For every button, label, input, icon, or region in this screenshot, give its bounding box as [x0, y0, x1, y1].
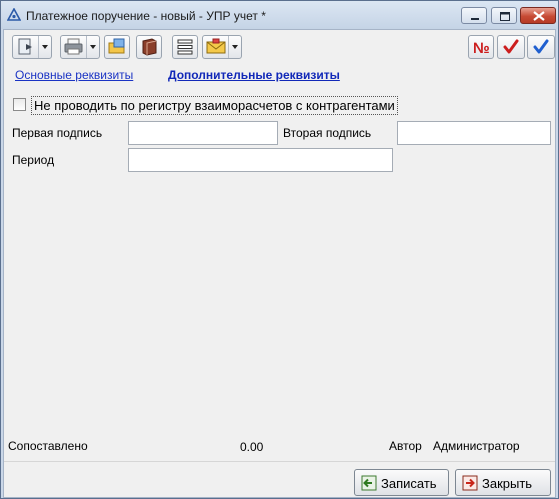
form-content: № Основные реквизиты Дополнительные рекв…: [3, 29, 556, 498]
maximize-icon: [500, 12, 510, 21]
svg-text:№: №: [473, 40, 490, 57]
save-button[interactable]: Записать: [354, 469, 449, 496]
first-signature-label: Первая подпись: [12, 126, 103, 140]
minimize-button[interactable]: [461, 7, 487, 24]
close-window-button[interactable]: [520, 7, 556, 24]
no-posting-checkbox-label[interactable]: Не проводить по регистру взаиморасчетов …: [31, 96, 398, 115]
author-label: Автор: [389, 439, 422, 453]
check-blue-icon: [533, 39, 549, 54]
list-icon: [177, 39, 193, 55]
number-button[interactable]: №: [468, 35, 494, 59]
open-folder-icon: [108, 38, 125, 54]
maximize-button[interactable]: [491, 7, 517, 24]
period-label: Период: [12, 153, 55, 167]
window-title: Платежное поручение - новый - УПР учет *: [26, 9, 266, 23]
close-button-label: Закрыть: [482, 476, 533, 491]
save-button-label: Записать: [381, 476, 437, 491]
chevron-down-icon[interactable]: [86, 36, 99, 58]
title-bar[interactable]: Платежное поручение - новый - УПР учет *: [1, 1, 558, 29]
book-icon: [142, 38, 157, 56]
envelope-icon: [206, 38, 226, 54]
first-signature-field[interactable]: [128, 121, 278, 145]
send-menu-button[interactable]: [202, 35, 242, 59]
period-field[interactable]: [128, 148, 393, 172]
document-icon: [18, 38, 32, 55]
second-signature-field[interactable]: [397, 121, 551, 145]
chevron-down-icon[interactable]: [228, 36, 241, 58]
check-red-icon: [503, 39, 519, 54]
save-icon: [361, 475, 377, 491]
journal-button[interactable]: [136, 35, 162, 59]
post-blue-button[interactable]: [527, 35, 555, 59]
post-red-button[interactable]: [497, 35, 525, 59]
second-signature-label: Вторая подпись: [283, 126, 372, 140]
minimize-icon: [471, 18, 479, 20]
open-button[interactable]: [104, 35, 130, 59]
tab-main-details[interactable]: Основные реквизиты: [15, 68, 133, 82]
print-icon: [64, 38, 83, 55]
actions-menu-button[interactable]: [12, 35, 52, 59]
close-button[interactable]: Закрыть: [455, 469, 551, 496]
exit-icon: [462, 475, 478, 491]
close-icon: [533, 11, 545, 21]
toolbar: №: [4, 30, 555, 64]
matched-label: Сопоставлено: [8, 439, 88, 453]
structure-button[interactable]: [172, 35, 198, 59]
matched-value: 0.00: [240, 440, 264, 454]
print-button[interactable]: [60, 35, 100, 59]
author-value: Администратор: [433, 439, 520, 453]
chevron-down-icon[interactable]: [38, 36, 51, 58]
document-window: Платежное поручение - новый - УПР учет *: [0, 0, 559, 499]
footer-divider: [4, 461, 555, 462]
app-logo-icon: [7, 8, 21, 21]
no-posting-checkbox[interactable]: [13, 98, 26, 111]
number-icon: №: [473, 40, 490, 57]
tab-additional-details[interactable]: Дополнительные реквизиты: [168, 68, 340, 82]
